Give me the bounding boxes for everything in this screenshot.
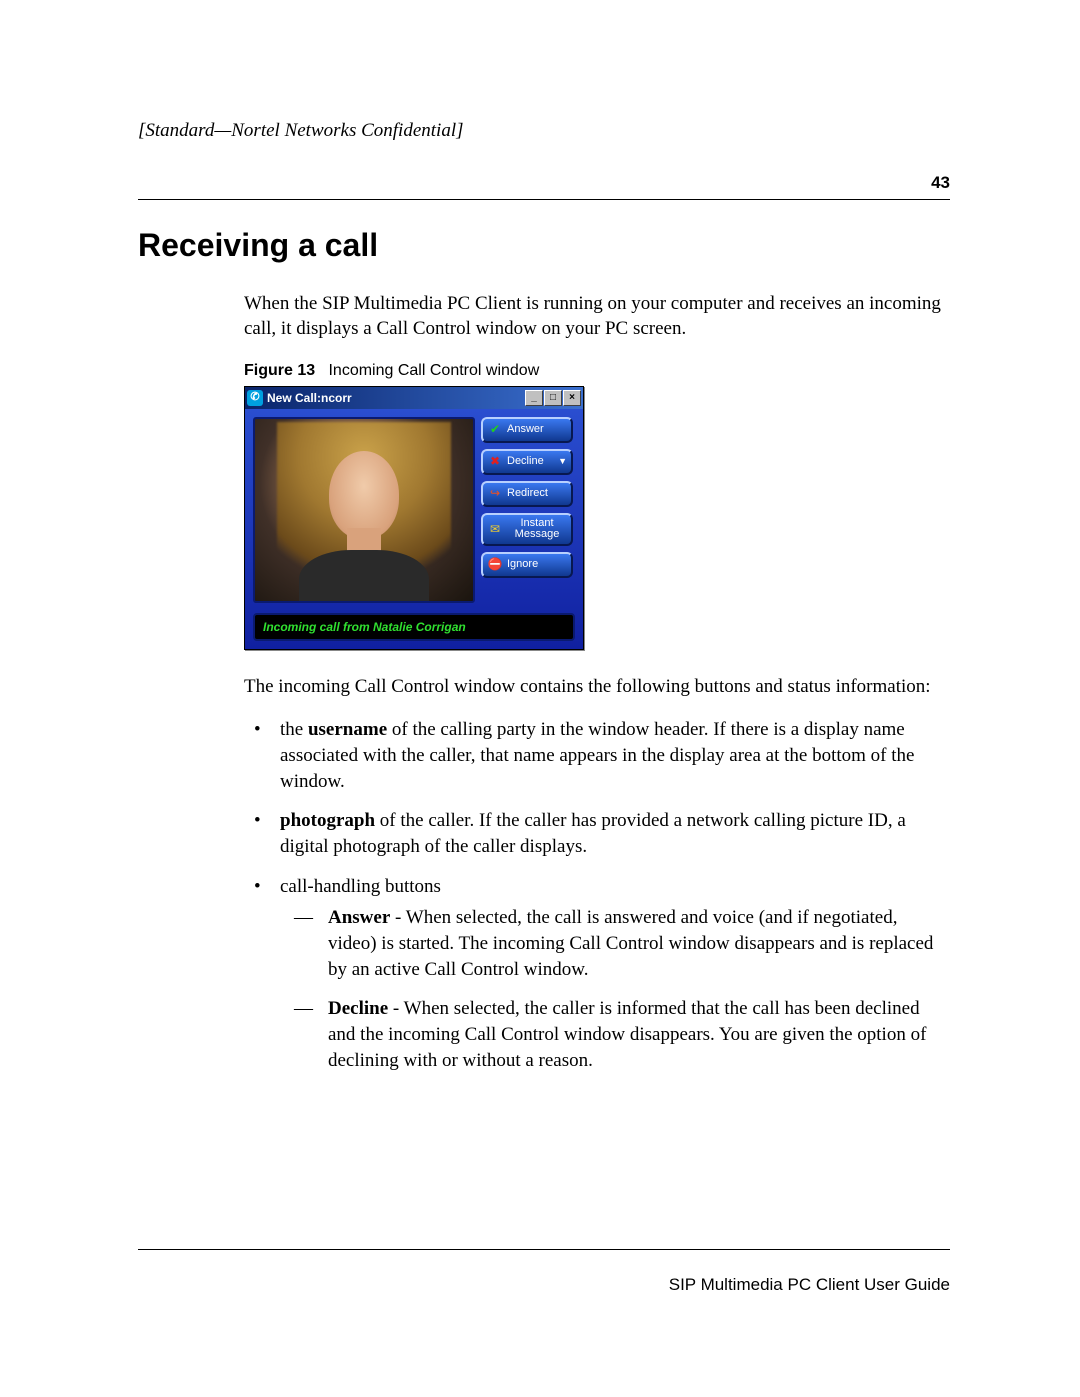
redirect-button[interactable]: ↪ Redirect <box>481 481 573 507</box>
close-button[interactable]: × <box>563 390 581 406</box>
text: call-handling buttons <box>280 876 441 897</box>
after-figure-paragraph: The incoming Call Control window contain… <box>244 674 950 700</box>
footer-rule <box>138 1249 950 1250</box>
bullet-list: the username of the calling party in the… <box>244 717 950 1073</box>
chevron-down-icon: ▼ <box>558 457 567 466</box>
decline-label: Decline <box>507 456 544 468</box>
header-rule <box>138 199 950 200</box>
window-title: New Call:ncorr <box>267 390 525 406</box>
ignore-label: Ignore <box>507 559 538 571</box>
bold-photograph: photograph <box>280 810 375 831</box>
footer-guide: SIP Multimedia PC Client User Guide <box>138 1274 950 1297</box>
instant-message-button[interactable]: ✉ Instant Message <box>481 513 573 546</box>
page-number: 43 <box>138 172 950 195</box>
answer-button[interactable]: ✔ Answer <box>481 417 573 443</box>
app-icon: ✆ <box>247 390 263 406</box>
ignore-icon: ⛔ <box>487 557 503 573</box>
bullet-username: the username of the calling party in the… <box>244 717 950 794</box>
bold-decline: Decline <box>328 998 388 1019</box>
text: - When selected, the caller is informed … <box>328 998 926 1070</box>
redirect-label: Redirect <box>507 488 548 500</box>
message-icon: ✉ <box>487 521 503 537</box>
bold-answer: Answer <box>328 907 390 928</box>
incoming-call-status: Incoming call from Natalie Corrigan <box>253 613 575 641</box>
minimize-button[interactable]: _ <box>525 390 543 406</box>
answer-label: Answer <box>507 424 544 436</box>
maximize-button[interactable]: □ <box>544 390 562 406</box>
call-buttons-panel: ✔ Answer ✖ Decline ▼ ↪ Redirect <box>481 417 573 603</box>
figure-caption-text: Incoming Call Control window <box>328 362 539 379</box>
decline-icon: ✖ <box>487 454 503 470</box>
call-body: ✔ Answer ✖ Decline ▼ ↪ Redirect <box>245 409 583 649</box>
bullet-photograph: photograph of the caller. If the caller … <box>244 808 950 859</box>
ignore-button[interactable]: ⛔ Ignore <box>481 552 573 578</box>
text: - When selected, the call is answered an… <box>328 907 933 979</box>
dash-decline: Decline - When selected, the caller is i… <box>280 996 950 1073</box>
bullet-call-handling: call-handling buttons Answer - When sele… <box>244 874 950 1073</box>
page: [Standard—Nortel Networks Confidential] … <box>0 0 1080 1397</box>
body: When the SIP Multimedia PC Client is run… <box>244 291 950 1073</box>
confidential-header: [Standard—Nortel Networks Confidential] <box>138 118 950 144</box>
dash-list: Answer - When selected, the call is answ… <box>280 905 950 1073</box>
figure-caption: Figure 13 Incoming Call Control window <box>244 360 950 382</box>
figure-label: Figure 13 <box>244 362 315 379</box>
redirect-icon: ↪ <box>487 486 503 502</box>
instant-message-label: Instant Message <box>507 518 567 541</box>
intro-paragraph: When the SIP Multimedia PC Client is run… <box>244 291 950 342</box>
call-control-window: ✆ New Call:ncorr _ □ × <box>244 386 584 650</box>
text: the <box>280 719 308 740</box>
window-titlebar[interactable]: ✆ New Call:ncorr _ □ × <box>245 387 583 409</box>
section-title: Receiving a call <box>138 224 950 267</box>
dash-answer: Answer - When selected, the call is answ… <box>280 905 950 982</box>
caller-photo <box>253 417 475 603</box>
decline-button[interactable]: ✖ Decline ▼ <box>481 449 573 475</box>
answer-icon: ✔ <box>487 422 503 438</box>
footer: SIP Multimedia PC Client User Guide <box>138 1249 950 1297</box>
bold-username: username <box>308 719 387 740</box>
